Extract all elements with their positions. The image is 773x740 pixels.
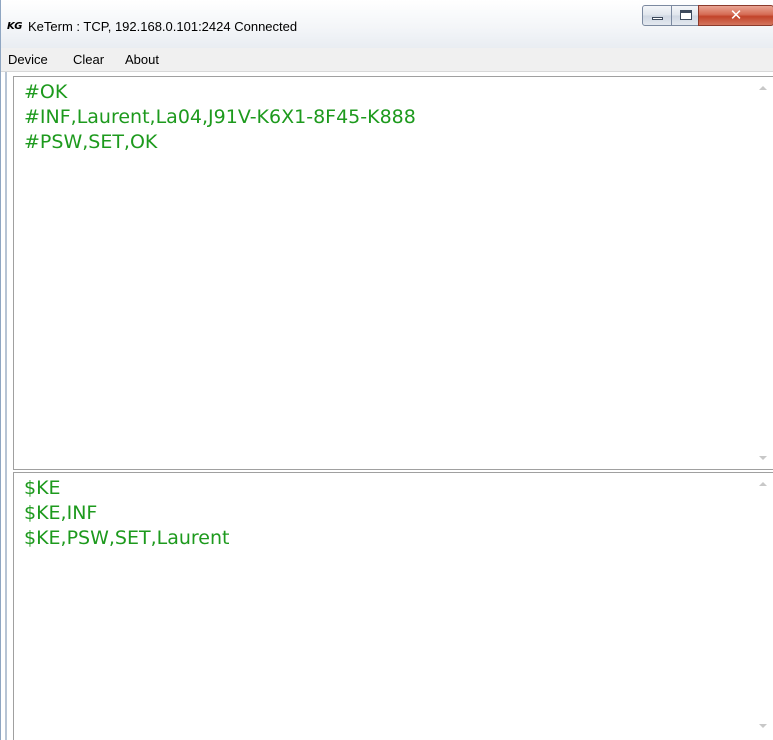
menu-clear[interactable]: Clear <box>73 51 104 68</box>
sent-line: $KE <box>24 477 61 499</box>
maximize-icon <box>680 10 692 20</box>
title-bar[interactable]: KG KeTerm : TCP, 192.168.0.101:2424 Conn… <box>1 0 773 48</box>
received-lines: #OK #INF,Laurent,La04,J91V-K6X1-8F45-K88… <box>24 80 751 155</box>
arrow-down-icon[interactable] <box>759 456 767 460</box>
menu-bar: Device Clear About <box>1 48 773 72</box>
caption-buttons: ✕ <box>642 5 773 27</box>
arrow-up-icon[interactable] <box>759 482 767 486</box>
received-output-pane[interactable]: #OK #INF,Laurent,La04,J91V-K6X1-8F45-K88… <box>13 76 773 470</box>
minimize-icon <box>652 17 663 20</box>
sent-lines: $KE $KE,INF $KE,PSW,SET,Laurent <box>24 476 751 551</box>
arrow-up-icon[interactable] <box>759 86 767 90</box>
menu-about[interactable]: About <box>125 51 159 68</box>
sent-line: $KE,INF <box>24 502 98 524</box>
close-icon: ✕ <box>729 6 743 24</box>
arrow-down-icon[interactable] <box>759 724 767 728</box>
minimize-button[interactable] <box>642 5 672 26</box>
app-logo-icon: KG <box>7 21 22 32</box>
command-input-pane[interactable]: $KE $KE,INF $KE,PSW,SET,Laurent <box>13 472 773 740</box>
left-frame <box>1 72 13 740</box>
keterm-window: KG KeTerm : TCP, 192.168.0.101:2424 Conn… <box>0 0 773 740</box>
sent-scrollbar[interactable] <box>755 473 773 740</box>
received-line: #PSW,SET,OK <box>24 131 158 153</box>
left-frame-bar <box>5 72 7 740</box>
maximize-button[interactable] <box>671 5 699 26</box>
received-line: #INF,Laurent,La04,J91V-K6X1-8F45-K888 <box>24 106 416 128</box>
window-title: KeTerm : TCP, 192.168.0.101:2424 Connect… <box>28 19 298 34</box>
received-scrollbar[interactable] <box>755 77 773 469</box>
menu-device[interactable]: Device <box>8 51 48 68</box>
close-button[interactable]: ✕ <box>698 5 773 26</box>
sent-line: $KE,PSW,SET,Laurent <box>24 527 230 549</box>
received-line: #OK <box>24 81 68 103</box>
